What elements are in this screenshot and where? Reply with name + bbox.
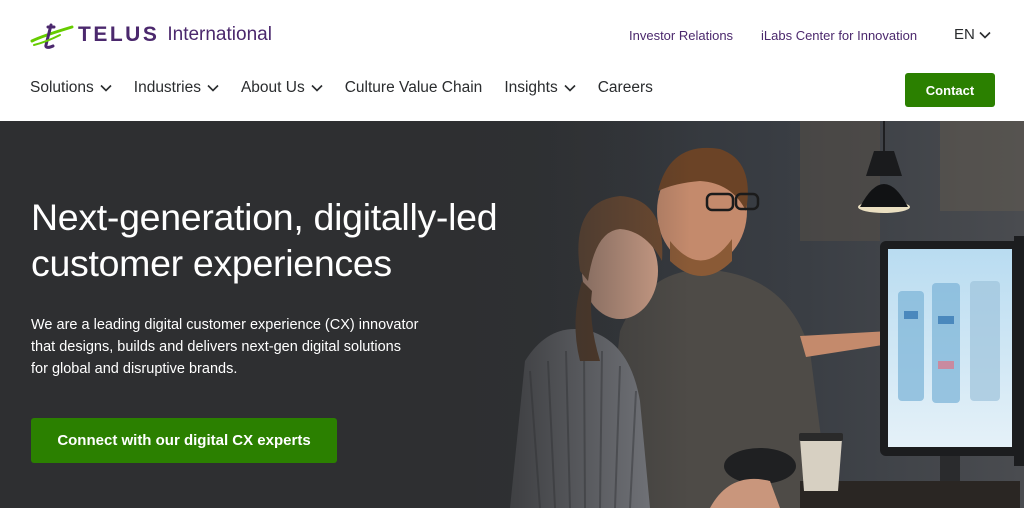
main-nav: Solutions Industries About Us Culture Va…: [30, 79, 675, 97]
chevron-down-icon: [100, 84, 112, 92]
nav-label: Insights: [504, 79, 558, 96]
nav-label: Culture Value Chain: [344, 79, 483, 96]
nav-careers[interactable]: Careers: [598, 79, 653, 97]
hero-photo-fade: [430, 121, 690, 508]
hero-description: We are a leading digital customer experi…: [31, 317, 419, 377]
investor-relations-link[interactable]: Investor Relations: [629, 28, 733, 43]
language-label: EN: [954, 26, 975, 43]
language-selector[interactable]: EN: [954, 26, 991, 43]
logo-suffix: International: [167, 24, 272, 45]
nav-label: Industries: [133, 79, 201, 96]
contact-button[interactable]: Contact: [905, 73, 995, 107]
hero-headline: Next-generation, digitally-led customer …: [31, 196, 498, 284]
telus-international-logo[interactable]: TELUS International: [30, 20, 272, 50]
nav-label: About Us: [240, 79, 305, 96]
hero-section: Next-generation, digitally-led customer …: [0, 121, 1024, 508]
chevron-down-icon: [564, 84, 576, 92]
nav-label: Careers: [597, 79, 653, 96]
nav-insights[interactable]: Insights: [504, 79, 576, 97]
connect-cx-experts-button[interactable]: Connect with our digital CX experts: [31, 418, 337, 463]
chevron-down-icon: [979, 31, 991, 39]
telus-swoosh-icon: [30, 23, 74, 49]
nav-label: Solutions: [30, 79, 94, 96]
logo-wordmark: TELUS: [78, 23, 160, 46]
nav-about-us[interactable]: About Us: [241, 79, 323, 97]
nav-industries[interactable]: Industries: [134, 79, 219, 97]
ilabs-link[interactable]: iLabs Center for Innovation: [761, 28, 917, 43]
nav-culture-value-chain[interactable]: Culture Value Chain: [345, 79, 483, 97]
nav-solutions[interactable]: Solutions: [30, 79, 112, 97]
site-header: TELUS International Investor Relations i…: [0, 0, 1024, 121]
chevron-down-icon: [207, 84, 219, 92]
chevron-down-icon: [311, 84, 323, 92]
